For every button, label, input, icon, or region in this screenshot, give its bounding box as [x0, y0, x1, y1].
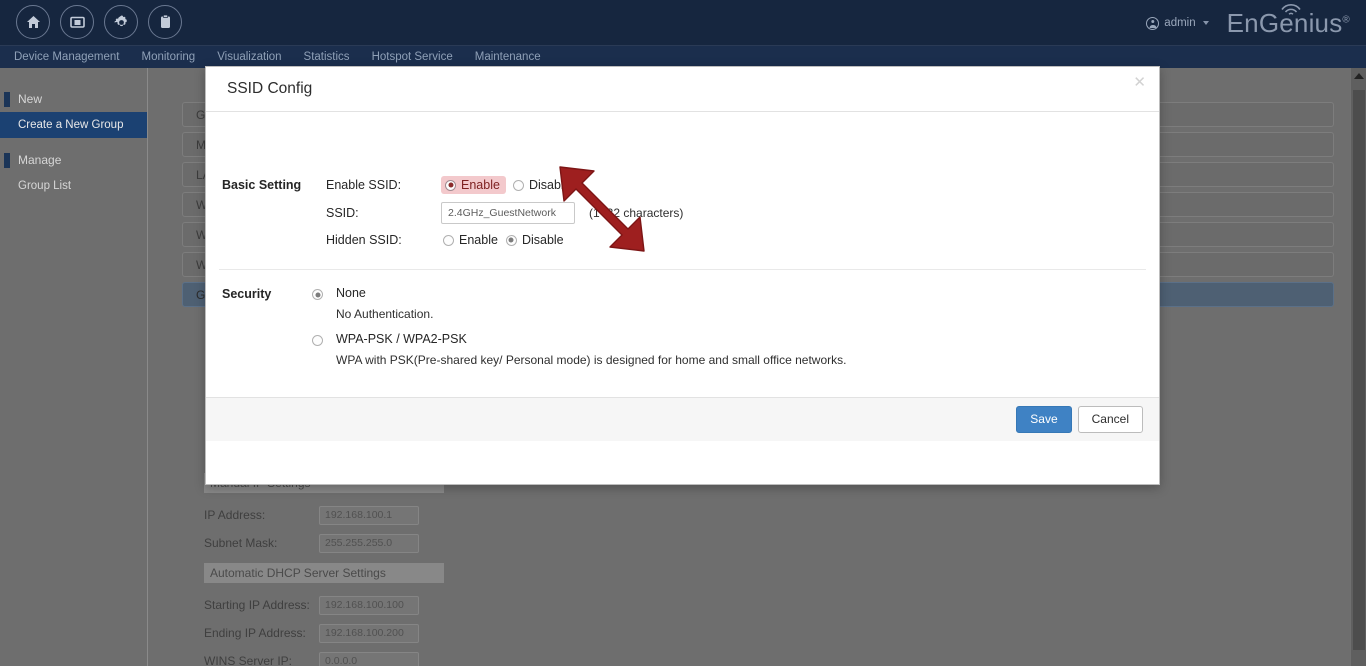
sidebar-group-manage: Manage: [0, 147, 147, 173]
nav-item-device-management[interactable]: Device Management: [14, 51, 119, 63]
label-ssid: SSID:: [326, 206, 359, 220]
field-ssid: SSID: 2.4GHz_GuestNetwork (1~32 characte…: [326, 202, 683, 224]
input-wins-server-ip[interactable]: 0.0.0.0: [319, 651, 419, 666]
radio-hidden-ssid-disable[interactable]: [505, 234, 517, 246]
wifi-icon: [1280, 3, 1301, 15]
topbar-right: admin EnGenius®: [1146, 0, 1350, 46]
security-option-desc-wpa-psk: WPA with PSK(Pre-shared key/ Personal mo…: [336, 353, 847, 367]
cancel-button[interactable]: Cancel: [1077, 406, 1143, 433]
label-enable-ssid: Enable SSID:: [326, 178, 402, 192]
section-label-basic-setting: Basic Setting: [222, 178, 302, 192]
automatic-dhcp-server-settings-header: Automatic DHCP Server Settings: [204, 563, 444, 583]
sidebar-item-group-list[interactable]: Group List: [0, 173, 147, 199]
row-ip-address: IP Address: 192.168.100.1: [204, 501, 724, 529]
security-option-title-wpa-psk: WPA-PSK / WPA2-PSK: [336, 332, 467, 346]
modal-footer: Save Cancel: [206, 397, 1159, 441]
label-ending-ip-address: Ending IP Address:: [204, 626, 306, 640]
radio-hidden-ssid-enable[interactable]: [443, 234, 454, 246]
sidebar-item-label-group-list: Group List: [18, 180, 72, 192]
ssid-hint: (1~32 characters): [589, 206, 684, 220]
radio-enable-ssid-enable[interactable]: [445, 179, 456, 191]
modal-header: SSID Config ✕: [206, 67, 1159, 112]
radio-label-enable-ssid-enable: Enable: [461, 178, 500, 192]
radio-label-hidden-ssid-enable: Enable: [459, 233, 498, 247]
label-wins-server-ip: WINS Server IP:: [204, 654, 293, 666]
input-ip-address[interactable]: 192.168.100.1: [319, 505, 419, 525]
sidebar-item-label-create-a-new-group: Create a New Group: [18, 119, 124, 131]
brand-registered-mark: ®: [1342, 13, 1350, 25]
scrollbar-thumb[interactable]: [1353, 90, 1365, 650]
security-option-title-none: None: [336, 286, 366, 300]
vertical-scrollbar[interactable]: [1350, 68, 1366, 666]
row-ending-ip-address: Ending IP Address: 192.168.100.200: [204, 619, 724, 647]
ssid-input[interactable]: 2.4GHz_GuestNetwork: [441, 202, 575, 224]
nav-item-monitoring[interactable]: Monitoring: [141, 51, 195, 63]
nav-item-maintenance[interactable]: Maintenance: [475, 51, 541, 63]
security-option-none[interactable]: None No Authentication.: [312, 286, 433, 321]
input-starting-ip-address[interactable]: 192.168.100.100: [319, 595, 419, 615]
automatic-dhcp-server-settings-label: Automatic DHCP Server Settings: [210, 566, 386, 580]
security-option-wpa-psk[interactable]: WPA-PSK / WPA2-PSK WPA with PSK(Pre-shar…: [312, 332, 846, 367]
label-subnet-mask: Subnet Mask:: [204, 536, 278, 550]
avatar-icon: [1146, 16, 1160, 30]
save-button[interactable]: Save: [1016, 406, 1072, 433]
radio-security-none[interactable]: [312, 289, 323, 300]
nav-item-hotspot-service[interactable]: Hotspot Service: [372, 51, 453, 63]
brand-logo: EnGenius®: [1227, 3, 1350, 39]
sidebar-group-label-manage: Manage: [18, 153, 62, 167]
radio-label-enable-ssid-disable: Disable: [528, 178, 571, 192]
radio-group-enable-ssid-enable[interactable]: Enable: [441, 176, 506, 194]
topbar-icon-group: [16, 5, 182, 39]
modal-title: SSID Config: [227, 80, 313, 97]
radio-group-hidden-ssid-disable[interactable]: Disable: [505, 233, 564, 247]
gear-icon[interactable]: [104, 5, 138, 39]
app-root: admin EnGenius® Device Management Monito…: [0, 0, 1366, 666]
ssid-config-modal: SSID Config ✕ Basic Setting Enable SSID:…: [205, 66, 1160, 485]
radio-security-wpa-psk[interactable]: [312, 335, 323, 346]
sidebar-group-marker-icon: [4, 91, 10, 107]
field-hidden-ssid: Hidden SSID: Enable Disable: [326, 233, 564, 247]
main-navbar: Device Management Monitoring Visualizati…: [0, 46, 1366, 68]
field-enable-ssid: Enable SSID: Enable Disable: [326, 176, 571, 194]
device-icon[interactable]: [60, 5, 94, 39]
section-divider: [219, 269, 1146, 270]
nav-item-visualization[interactable]: Visualization: [217, 51, 281, 63]
chevron-down-icon[interactable]: [1202, 21, 1209, 25]
ip-settings-form: Manual IP Settings IP Address: 192.168.1…: [204, 473, 724, 666]
label-starting-ip-address: Starting IP Address:: [204, 598, 310, 612]
row-subnet-mask: Subnet Mask: 255.255.255.0: [204, 529, 724, 557]
label-hidden-ssid: Hidden SSID:: [326, 233, 402, 247]
modal-body: Basic Setting Enable SSID: Enable Disabl…: [206, 112, 1159, 441]
clipboard-icon[interactable]: [148, 5, 182, 39]
radio-label-hidden-ssid-disable: Disable: [521, 233, 564, 247]
section-label-security: Security: [222, 287, 272, 301]
nav-item-statistics[interactable]: Statistics: [304, 51, 350, 63]
username-label: admin: [1164, 17, 1196, 29]
sidebar-group-new: New: [0, 86, 147, 112]
radio-group-enable-ssid-disable[interactable]: Disable: [512, 178, 571, 192]
sidebar-item-create-a-new-group[interactable]: Create a New Group: [0, 112, 147, 138]
radio-enable-ssid-disable[interactable]: [512, 179, 524, 191]
home-icon[interactable]: [16, 5, 50, 39]
security-option-desc-none: No Authentication.: [336, 307, 434, 321]
sidebar-group-label-new: New: [18, 92, 43, 106]
sidebar-group-marker-icon-2: [4, 152, 10, 168]
close-icon[interactable]: ✕: [1133, 75, 1146, 90]
row-starting-ip-address: Starting IP Address: 192.168.100.100: [204, 591, 724, 619]
input-subnet-mask[interactable]: 255.255.255.0: [319, 533, 419, 553]
input-ending-ip-address[interactable]: 192.168.100.200: [319, 623, 419, 643]
scroll-up-arrow-icon[interactable]: [1353, 73, 1364, 79]
radio-group-hidden-ssid-enable[interactable]: Enable: [443, 233, 498, 247]
sidebar: New Create a New Group Manage Group List: [0, 68, 148, 666]
row-wins-server-ip: WINS Server IP: 0.0.0.0: [204, 647, 724, 666]
user-menu[interactable]: admin: [1146, 16, 1209, 30]
topbar: admin EnGenius®: [0, 0, 1366, 46]
label-ip-address: IP Address:: [204, 508, 266, 522]
